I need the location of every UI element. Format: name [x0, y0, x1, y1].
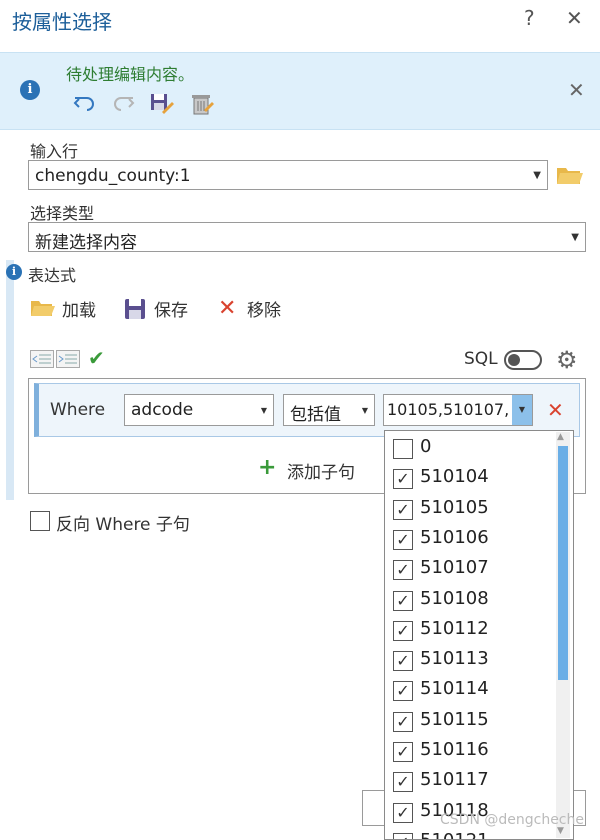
- selection-type-select[interactable]: 新建选择内容 ▼: [28, 222, 586, 253]
- help-button[interactable]: ?: [524, 6, 535, 30]
- dropdown-option-label: 510112: [420, 617, 489, 639]
- add-clause-button[interactable]: 添加子句: [287, 458, 355, 483]
- outdent-icon[interactable]: [30, 350, 54, 372]
- pending-edits-message: 待处理编辑内容。: [66, 65, 195, 84]
- chevron-down-icon: ▼: [571, 232, 579, 243]
- expression-label: 表达式: [28, 266, 77, 285]
- input-rows-label: 输入行: [30, 142, 79, 161]
- where-label: Where: [50, 400, 106, 420]
- dropdown-option-label: 510115: [420, 708, 489, 730]
- info-icon: i: [6, 264, 22, 280]
- checked-checkbox[interactable]: ✓: [393, 832, 413, 839]
- dropdown-option-label: 510105: [420, 496, 489, 518]
- verify-check-icon[interactable]: ✔: [88, 346, 105, 370]
- value-dropdown-list: 0 ✓ 510104 ✓ 510105 ✓ 510106 ✓ 510107 ✓ 510108 ✓ 510…: [384, 430, 574, 840]
- dropdown-option-label: 510113: [420, 648, 489, 670]
- checked-checkbox[interactable]: ✓: [393, 560, 413, 581]
- load-button[interactable]: 加载: [62, 296, 96, 321]
- gear-icon[interactable]: ⚙: [556, 346, 578, 374]
- info-icon: i: [20, 80, 40, 100]
- value-text: 10105,510107,: [387, 400, 510, 419]
- input-rows-value: chengdu_county:1: [35, 166, 191, 186]
- undo-icon[interactable]: [72, 90, 98, 116]
- indent-icon[interactable]: [56, 350, 80, 372]
- open-folder-icon: [30, 298, 56, 322]
- discard-edits-icon[interactable]: [188, 90, 214, 116]
- dropdown-option[interactable]: ✓ 510104: [393, 465, 553, 495]
- dropdown-option[interactable]: 0: [393, 435, 553, 465]
- delete-clause-icon[interactable]: ✕: [547, 398, 564, 422]
- invert-where-checkbox[interactable]: [30, 511, 50, 531]
- dropdown-option-label: 510117: [420, 769, 489, 791]
- dropdown-option[interactable]: ✓ 510112: [393, 617, 553, 647]
- chevron-down-icon[interactable]: ▼: [512, 395, 532, 425]
- dropdown-option[interactable]: ✓ 510107: [393, 556, 553, 586]
- remove-icon: ✕: [218, 296, 237, 321]
- selection-type-label: 选择类型: [30, 204, 95, 223]
- selection-type-value: 新建选择内容: [35, 233, 137, 253]
- dropdown-option[interactable]: ✓ 510121: [393, 829, 553, 839]
- dropdown-option-label: 510116: [420, 739, 489, 760]
- dropdown-option-label: 510107: [420, 557, 489, 579]
- dropdown-option[interactable]: ✓ 510113: [393, 647, 553, 677]
- sql-label: SQL: [464, 349, 498, 369]
- dropdown-option[interactable]: ✓ 510114: [393, 677, 553, 707]
- sql-toggle[interactable]: [504, 350, 542, 370]
- checked-checkbox[interactable]: ✓: [393, 742, 413, 762]
- chevron-down-icon: ▼: [260, 406, 267, 415]
- checked-checkbox[interactable]: ✓: [393, 499, 413, 520]
- window-title: 按属性选择: [12, 10, 112, 34]
- checked-checkbox[interactable]: ✓: [393, 802, 413, 823]
- field-value: adcode: [131, 400, 194, 420]
- scroll-up-icon[interactable]: ▲: [557, 432, 564, 442]
- scrollbar-thumb[interactable]: [558, 446, 568, 680]
- dropdown-option-label: 510106: [420, 526, 489, 548]
- dropdown-option[interactable]: ✓ 510115: [393, 708, 553, 738]
- redo-icon[interactable]: [110, 90, 136, 116]
- unchecked-checkbox[interactable]: [393, 439, 413, 459]
- dropdown-option[interactable]: ✓ 510116: [393, 738, 553, 768]
- checked-checkbox[interactable]: ✓: [393, 681, 413, 702]
- add-icon: +: [258, 455, 277, 480]
- checked-checkbox[interactable]: ✓: [393, 772, 413, 793]
- operator-select[interactable]: 包括值 ▼: [283, 394, 375, 426]
- invert-where-label: 反向 Where 子句: [56, 515, 190, 535]
- dropdown-option-label: 510104: [420, 466, 489, 488]
- checked-checkbox[interactable]: ✓: [393, 651, 413, 672]
- expression-section-bar: [6, 260, 14, 500]
- toggle-knob: [508, 354, 520, 366]
- dropdown-option[interactable]: ✓ 510105: [393, 496, 553, 526]
- chevron-down-icon: ▼: [361, 406, 368, 415]
- chevron-down-icon: ▼: [533, 170, 541, 181]
- folder-icon[interactable]: [556, 164, 584, 190]
- save-edits-icon[interactable]: [148, 90, 174, 116]
- checked-checkbox[interactable]: ✓: [393, 529, 413, 550]
- banner-close-button[interactable]: ✕: [568, 78, 585, 102]
- input-rows-select[interactable]: chengdu_county:1 ▼: [28, 160, 548, 190]
- checked-checkbox[interactable]: ✓: [393, 469, 413, 490]
- dropdown-option[interactable]: ✓ 510108: [393, 587, 553, 617]
- dropdown-option-label: 510121: [420, 830, 489, 839]
- dropdown-option-label: 510108: [420, 587, 489, 609]
- checked-checkbox[interactable]: ✓: [393, 620, 413, 641]
- checked-checkbox[interactable]: ✓: [393, 711, 413, 732]
- dropdown-option-label: 510114: [420, 678, 489, 700]
- save-button[interactable]: 保存: [154, 296, 188, 321]
- dropdown-option[interactable]: ✓ 510106: [393, 526, 553, 556]
- value-select[interactable]: 10105,510107, ▼: [383, 394, 533, 426]
- remove-button[interactable]: 移除: [247, 296, 281, 321]
- close-button[interactable]: ✕: [566, 6, 583, 30]
- save-icon: [124, 298, 146, 324]
- dropdown-option-label: 0: [420, 436, 432, 457]
- field-select[interactable]: adcode ▼: [124, 394, 274, 426]
- watermark-text: CSDN @dengcheche: [440, 812, 584, 828]
- dropdown-option[interactable]: ✓ 510117: [393, 768, 553, 798]
- checked-checkbox[interactable]: ✓: [393, 590, 413, 611]
- operator-value: 包括值: [290, 405, 341, 425]
